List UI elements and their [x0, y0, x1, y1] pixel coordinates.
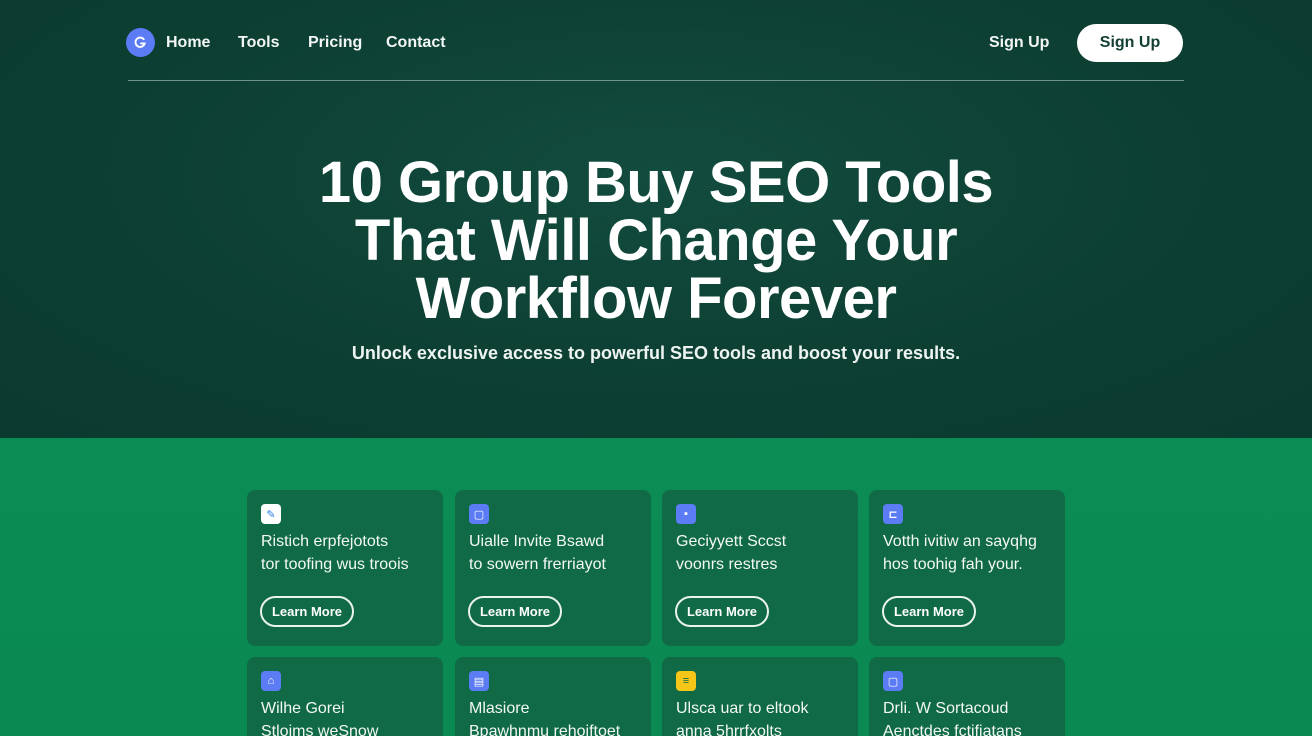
features-section: ✎ Ristich erpfejotots tor toofing wus tr… — [0, 438, 1312, 736]
flag-icon: ⊏ — [883, 504, 903, 524]
feature-card-line: Ristich erpfejotots — [261, 533, 389, 550]
feature-card-line: voonrs restres — [676, 556, 778, 573]
nav-link-home[interactable]: Home — [166, 34, 210, 52]
home-icon: ⌂ — [261, 671, 281, 691]
logo-icon — [134, 36, 146, 48]
chat-icon: ▪ — [676, 504, 696, 524]
tools-icon: ✎ — [261, 504, 281, 524]
learn-more-button[interactable]: Learn More — [675, 596, 769, 627]
feature-card-line: Aenctdes fctifiatans — [883, 723, 1022, 736]
top-navigation: Home Tools Pricing Contact Sign Up Sign … — [126, 24, 1183, 62]
feature-card-line: Votth ivitiw an sayqhg — [883, 533, 1037, 550]
feature-card-2: ▢ Uialle Invite Bsawd to sowern frerriay… — [455, 490, 651, 646]
sign-in-link[interactable]: Sign Up — [989, 34, 1049, 52]
nav-divider — [128, 80, 1184, 81]
feature-card-line: anna 5hrrfxolts — [676, 723, 782, 736]
learn-more-button[interactable]: Learn More — [468, 596, 562, 627]
feature-card-line: Stlojms weSnow — [261, 723, 379, 736]
title-line-1: 10 Group Buy SEO Tools — [318, 150, 994, 215]
feature-card-text: Ristich erpfejotots tor toofing wus troo… — [261, 530, 435, 576]
feature-card-line: Geciyyett Sccst — [676, 533, 787, 550]
logo[interactable] — [126, 28, 155, 57]
feature-card-line: Drli. W Sortacoud — [883, 700, 1009, 717]
feature-card-text: Drli. W Sortacoud Aenctdes fctifiatans — [883, 697, 1057, 736]
nav-link-pricing[interactable]: Pricing — [308, 34, 362, 52]
feature-card-text: Uialle Invite Bsawd to sowern frerriayot — [469, 530, 643, 576]
feature-card-8: ▢ Drli. W Sortacoud Aenctdes fctifiatans — [869, 657, 1065, 736]
feature-card-6: ▤ Mlasiore Bpawhnmu rehoiftoet — [455, 657, 651, 736]
learn-more-button[interactable]: Learn More — [882, 596, 976, 627]
feature-card-3: ▪ Geciyyett Sccst voonrs restres Learn M… — [662, 490, 858, 646]
hero-section: Home Tools Pricing Contact Sign Up Sign … — [0, 0, 1312, 438]
board-icon: ▢ — [469, 504, 489, 524]
feature-card-line: Bpawhnmu rehoiftoet — [469, 723, 621, 736]
feature-card-5: ⌂ Wilhe Gorei Stlojms weSnow — [247, 657, 443, 736]
feature-card-line: tor toofing wus troois — [261, 556, 409, 573]
feature-card-text: Mlasiore Bpawhnmu rehoiftoet — [469, 697, 643, 736]
frame-icon: ▢ — [883, 671, 903, 691]
feature-card-line: Mlasiore — [469, 700, 530, 717]
feature-card-4: ⊏ Votth ivitiw an sayqhg hos toohig fah … — [869, 490, 1065, 646]
feature-card-line: Ulsca uar to eltook — [676, 700, 809, 717]
nav-link-contact[interactable]: Contact — [386, 34, 446, 52]
feature-card-line: hos toohig fah your. — [883, 556, 1023, 573]
feature-card-line: to sowern frerriayot — [469, 556, 606, 573]
title-line-3: Workflow Forever — [415, 266, 897, 331]
feature-card-text: Wilhe Gorei Stlojms weSnow — [261, 697, 435, 736]
sign-up-button[interactable]: Sign Up — [1077, 24, 1183, 62]
title-line-2: That Will Change Your — [354, 208, 958, 273]
feature-card-line: Wilhe Gorei — [261, 700, 345, 717]
feature-card-text: Geciyyett Sccst voonrs restres — [676, 530, 850, 576]
feature-card-1: ✎ Ristich erpfejotots tor toofing wus tr… — [247, 490, 443, 646]
feature-card-text: Votth ivitiw an sayqhg hos toohig fah yo… — [883, 530, 1057, 576]
learn-more-button[interactable]: Learn More — [260, 596, 354, 627]
document-icon: ▤ — [469, 671, 489, 691]
page-title: 10 Group Buy SEO Tools That Will Change … — [256, 154, 1056, 328]
page-subtitle: Unlock exclusive access to powerful SEO … — [351, 343, 961, 363]
feature-card-7: ≡ Ulsca uar to eltook anna 5hrrfxolts — [662, 657, 858, 736]
feature-card-text: Ulsca uar to eltook anna 5hrrfxolts — [676, 697, 850, 736]
feature-card-line: Uialle Invite Bsawd — [469, 533, 605, 550]
nav-link-tools[interactable]: Tools — [238, 34, 279, 52]
list-icon: ≡ — [676, 671, 696, 691]
